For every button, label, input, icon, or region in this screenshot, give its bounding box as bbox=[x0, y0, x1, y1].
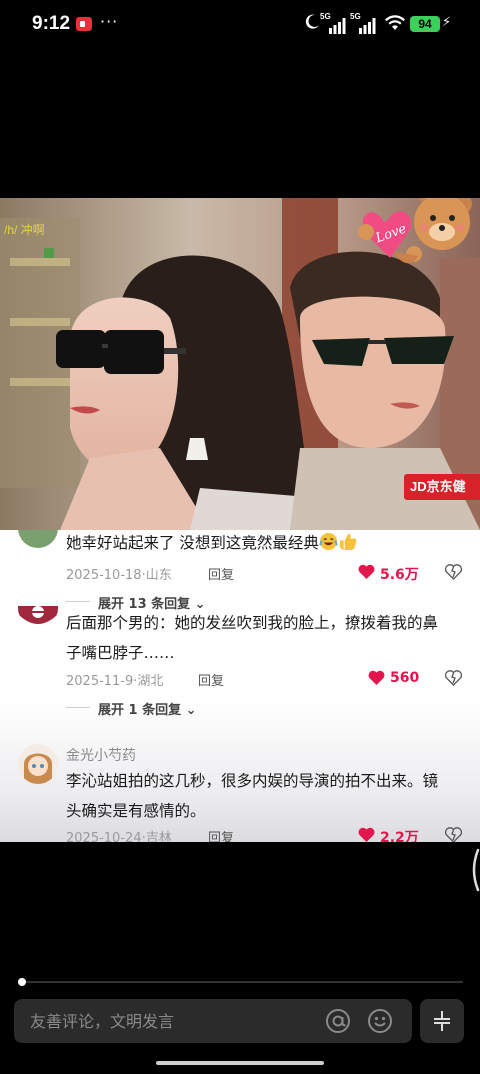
avatar[interactable] bbox=[18, 530, 58, 548]
charging-icon: ⚡ bbox=[442, 15, 452, 30]
video-player[interactable]: /h/ 冲啊 Love JD京东健 bbox=[0, 198, 480, 530]
emoji-smile-icon[interactable] bbox=[367, 1008, 393, 1034]
heart-icon[interactable] bbox=[358, 827, 375, 842]
comment-text: 李沁站姐拍的这几秒，很多内娱的导演的拍不出来。镜 头确实是有感情的。 bbox=[66, 772, 439, 820]
comment-text: 后面那个男的：她的发丝吹到我的脸上，撩拨着我的鼻 子嘴巴脖子…… bbox=[66, 614, 439, 662]
heart-icon[interactable] bbox=[368, 670, 385, 686]
heart-icon[interactable] bbox=[358, 564, 375, 580]
expand-replies-button[interactable]: 展开 1 条回复 ⌄ bbox=[98, 699, 197, 718]
reply-button[interactable]: 回复 bbox=[208, 564, 234, 583]
comment-meta: 2025-11-9·湖北 bbox=[66, 674, 164, 689]
wifi-icon bbox=[385, 15, 405, 30]
expand-divider bbox=[66, 601, 90, 602]
battery-icon: 94 bbox=[410, 16, 440, 32]
signal-icon: 5G bbox=[320, 12, 346, 34]
collapse-arrows-icon bbox=[434, 1011, 450, 1031]
avatar[interactable] bbox=[18, 744, 58, 784]
reply-button[interactable]: 回复 bbox=[208, 827, 234, 842]
comment-input-bar[interactable] bbox=[14, 999, 412, 1043]
clock-time: 9:12 bbox=[32, 13, 71, 34]
status-bar: 9:12 ··· 5G 5G 94 ⚡ bbox=[0, 0, 480, 50]
avatar[interactable] bbox=[18, 606, 58, 628]
comment-input[interactable] bbox=[30, 999, 320, 1043]
progress-knob[interactable] bbox=[18, 978, 26, 986]
dislike-icon[interactable] bbox=[445, 563, 462, 580]
expand-divider bbox=[66, 707, 90, 708]
collapse-button[interactable] bbox=[420, 999, 464, 1043]
comment-meta: 2025-10-18·山东 bbox=[66, 568, 172, 583]
comments-panel[interactable]: 她幸好站起来了 没想到这竟然最经典 2025-10-18·山东 回复 5.6万 … bbox=[0, 530, 480, 842]
signal-icon: 5G bbox=[350, 12, 376, 34]
reply-button[interactable]: 回复 bbox=[198, 670, 224, 689]
dislike-icon[interactable] bbox=[445, 669, 462, 686]
thumbs-up-emoji bbox=[339, 533, 357, 551]
video-watermark: JD京东健 bbox=[404, 474, 480, 500]
moon-icon bbox=[305, 14, 319, 29]
home-indicator[interactable] bbox=[156, 1061, 324, 1065]
svg-text:/h/ 冲啊: /h/ 冲啊 bbox=[4, 222, 45, 237]
more-dots-icon: ··· bbox=[100, 12, 119, 31]
laughing-crying-emoji bbox=[319, 532, 338, 551]
like-count: 560 bbox=[390, 670, 420, 686]
like-count: 2.2万 bbox=[380, 830, 419, 842]
comment-text: 她幸好站起来了 没想到这竟然最经典 bbox=[66, 530, 466, 558]
dislike-icon[interactable] bbox=[445, 826, 462, 842]
love-bear-sticker: Love bbox=[358, 198, 472, 264]
video-progress-bar[interactable] bbox=[20, 981, 463, 983]
comment-author[interactable]: 金光小芍药 bbox=[66, 745, 136, 765]
chevron-down-icon: ⌄ bbox=[181, 703, 197, 718]
screen-record-icon bbox=[76, 17, 92, 31]
mention-at-icon[interactable] bbox=[325, 1008, 351, 1034]
comment-meta: 2025-10-24·吉林 bbox=[66, 831, 172, 842]
like-count: 5.6万 bbox=[380, 567, 419, 583]
side-drag-handle-icon[interactable] bbox=[468, 848, 480, 892]
